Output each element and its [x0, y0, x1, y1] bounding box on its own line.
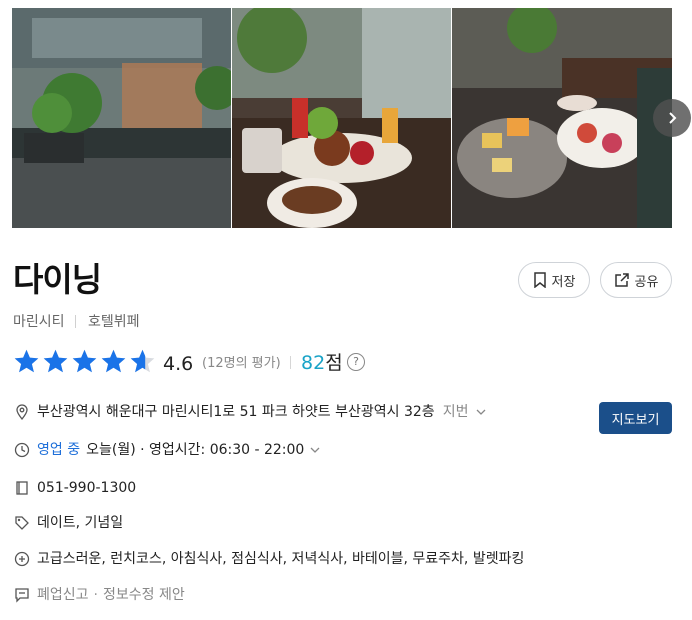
- phone-icon: [14, 480, 30, 496]
- save-label: 저장: [551, 274, 576, 290]
- tags-text: 데이트, 기념일: [37, 515, 124, 531]
- score: 82점: [301, 350, 343, 376]
- star-icon: [130, 349, 155, 373]
- report-closed-link[interactable]: 폐업신고: [37, 585, 89, 605]
- rating-divider: [290, 356, 291, 369]
- tag-icon: [14, 515, 30, 531]
- hours-text: 오늘(월) · 영업시간: 06:30 - 22:00: [86, 442, 305, 458]
- star-icon: [43, 349, 68, 373]
- chevron-down-icon: [476, 409, 486, 415]
- star-icon: [14, 349, 39, 373]
- category-area[interactable]: 마린시티: [13, 312, 65, 332]
- plus-circle-icon: [14, 551, 30, 567]
- star-icon: [72, 349, 97, 373]
- hours-row[interactable]: 영업 중 오늘(월) · 영업시간: 06:30 - 22:00: [14, 440, 320, 460]
- photo-breakfast-table[interactable]: [232, 8, 451, 228]
- score-value: 82: [301, 352, 326, 374]
- score-unit: 점: [325, 352, 343, 374]
- share-button[interactable]: 공유: [600, 262, 672, 298]
- rating-value: 4.6: [163, 353, 194, 375]
- address-type-toggle[interactable]: 지번: [443, 402, 486, 422]
- report-row: 폐업신고 · 정보수정 제안: [14, 585, 185, 605]
- separator-dot: ·: [93, 587, 98, 603]
- address-toggle-label: 지번: [442, 404, 469, 420]
- gallery-next-button[interactable]: [653, 99, 691, 137]
- address-text: 부산광역시 해운대구 마린시티1로 51 파크 하얏트 부산광역시 32층: [37, 404, 435, 420]
- chevron-down-icon: [310, 447, 320, 453]
- photo-cheese-platter[interactable]: [452, 8, 672, 228]
- clock-icon: [14, 442, 30, 458]
- category-type[interactable]: 호텔뷔페: [88, 312, 140, 332]
- category-divider: [75, 315, 76, 328]
- map-view-button[interactable]: 지도보기: [599, 402, 672, 434]
- tags-row: 데이트, 기념일: [14, 513, 123, 533]
- star-rating: [13, 348, 156, 375]
- share-icon: [614, 273, 629, 287]
- review-count[interactable]: (12명의 평가): [202, 355, 281, 373]
- suggest-edit-link[interactable]: 정보수정 제안: [103, 585, 185, 605]
- phone-number[interactable]: 051-990-1300: [37, 478, 136, 498]
- photo-buffet-kitchen[interactable]: [12, 8, 231, 228]
- photo-gallery: [12, 8, 672, 228]
- bookmark-icon: [533, 272, 546, 288]
- phone-row: 051-990-1300: [14, 478, 136, 498]
- features-row: 고급스러운, 런치코스, 아침식사, 점심식사, 저녁식사, 바테이블, 무료주…: [14, 549, 524, 569]
- features-text: 고급스러운, 런치코스, 아침식사, 점심식사, 저녁식사, 바테이블, 무료주…: [37, 551, 525, 567]
- save-button[interactable]: 저장: [518, 262, 590, 298]
- report-icon: [14, 587, 30, 603]
- address-row: 부산광역시 해운대구 마린시티1로 51 파크 하얏트 부산광역시 32층 지번: [14, 402, 486, 422]
- location-pin-icon: [14, 404, 30, 420]
- place-title: 다이닝: [13, 260, 102, 299]
- next-arrow-icon: [669, 112, 677, 124]
- open-status: 영업 중: [37, 442, 81, 458]
- help-icon[interactable]: ?: [347, 353, 365, 371]
- share-label: 공유: [634, 274, 659, 290]
- star-icon: [101, 349, 126, 373]
